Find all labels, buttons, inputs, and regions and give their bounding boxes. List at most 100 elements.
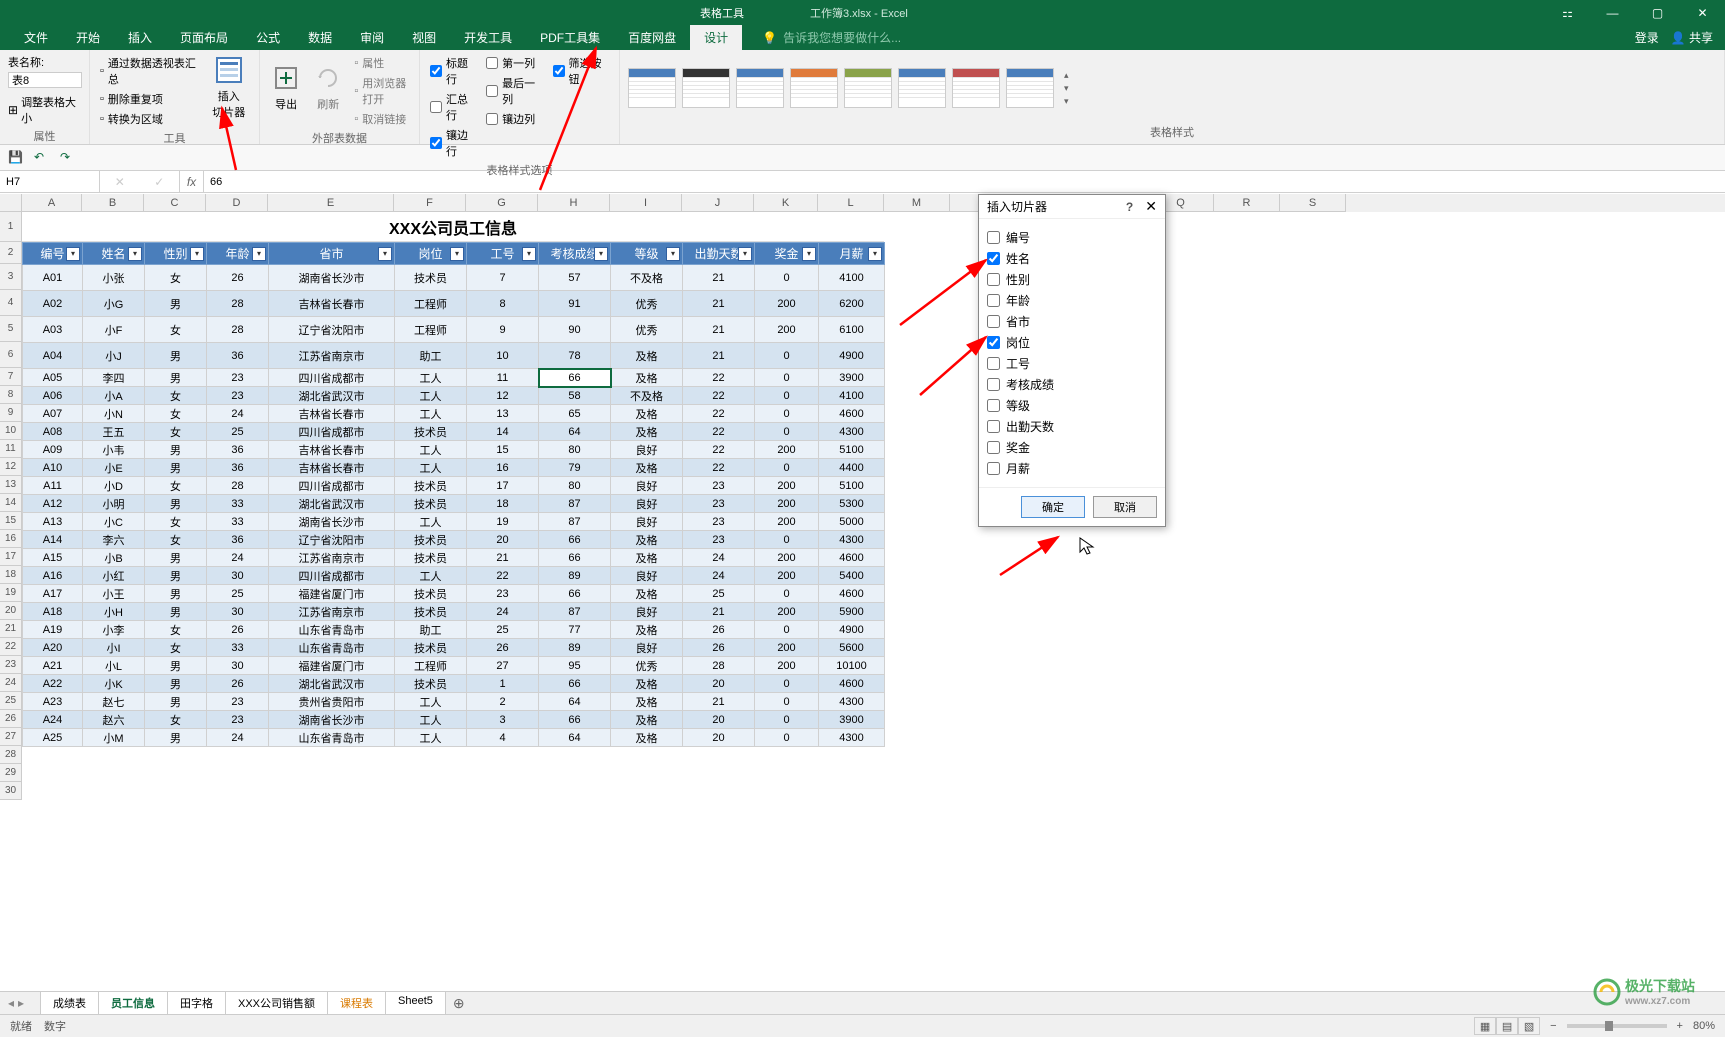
table-style-thumb-4[interactable]: [844, 68, 892, 108]
cell[interactable]: 24: [207, 729, 269, 747]
slicer-field-10[interactable]: 奖金: [987, 437, 1157, 458]
cell[interactable]: A10: [23, 459, 83, 477]
table-style-thumb-0[interactable]: [628, 68, 676, 108]
cell[interactable]: 男: [145, 369, 207, 387]
checkbox-icon[interactable]: [987, 273, 1000, 286]
filter-dropdown-icon[interactable]: ▾: [802, 247, 816, 261]
cell[interactable]: 4600: [819, 405, 885, 423]
col-header-J[interactable]: J: [682, 194, 754, 212]
col-header-D[interactable]: D: [206, 194, 268, 212]
cell[interactable]: 28: [207, 291, 269, 317]
sheet-tab-3[interactable]: XXX公司销售额: [225, 991, 328, 1016]
table-header-8[interactable]: 等级▾: [611, 243, 683, 265]
cell[interactable]: 200: [755, 639, 819, 657]
cell[interactable]: 湖南省长沙市: [269, 513, 395, 531]
cell[interactable]: 36: [207, 441, 269, 459]
cell[interactable]: 小C: [83, 513, 145, 531]
cell[interactable]: 23: [683, 495, 755, 513]
checkbox-icon[interactable]: [987, 462, 1000, 475]
filter-dropdown-icon[interactable]: ▾: [190, 247, 204, 261]
table-style-thumb-6[interactable]: [952, 68, 1000, 108]
row-header-24[interactable]: 24: [0, 674, 22, 692]
filter-dropdown-icon[interactable]: ▾: [378, 247, 392, 261]
style-option-right-2[interactable]: 镶边列: [484, 110, 544, 128]
row-header-12[interactable]: 12: [0, 458, 22, 476]
cell[interactable]: 21: [683, 265, 755, 291]
ribbon-tab-7[interactable]: 视图: [398, 25, 450, 50]
cell[interactable]: 李六: [83, 531, 145, 549]
cell[interactable]: 及格: [611, 729, 683, 747]
cell[interactable]: A18: [23, 603, 83, 621]
row-header-5[interactable]: 5: [0, 316, 22, 342]
table-header-11[interactable]: 月薪▾: [819, 243, 885, 265]
sheet-tab-0[interactable]: 成绩表: [40, 991, 99, 1016]
cell[interactable]: 小张: [83, 265, 145, 291]
cell[interactable]: 17: [467, 477, 539, 495]
save-icon[interactable]: 💾: [8, 150, 24, 166]
cell[interactable]: 技术员: [395, 675, 467, 693]
cell[interactable]: 200: [755, 657, 819, 675]
cell[interactable]: 22: [683, 387, 755, 405]
cell[interactable]: 95: [539, 657, 611, 675]
cell[interactable]: 66: [539, 369, 611, 387]
col-header-I[interactable]: I: [610, 194, 682, 212]
cell[interactable]: 9: [467, 317, 539, 343]
cell[interactable]: 及格: [611, 343, 683, 369]
cell[interactable]: 20: [467, 531, 539, 549]
cell[interactable]: 57: [539, 265, 611, 291]
checkbox-icon[interactable]: [430, 137, 442, 149]
col-header-R[interactable]: R: [1214, 194, 1280, 212]
cell[interactable]: 36: [207, 459, 269, 477]
cell[interactable]: 及格: [611, 423, 683, 441]
slicer-field-9[interactable]: 出勤天数: [987, 416, 1157, 437]
sheet-tab-1[interactable]: 员工信息: [98, 991, 168, 1016]
cell[interactable]: 200: [755, 549, 819, 567]
style-option-left-0[interactable]: 标题行: [428, 54, 478, 88]
row-header-26[interactable]: 26: [0, 710, 22, 728]
cell[interactable]: 赵六: [83, 711, 145, 729]
cell[interactable]: 5000: [819, 513, 885, 531]
cell[interactable]: 湖北省武汉市: [269, 495, 395, 513]
insert-slicer-button[interactable]: 插入 切片器: [207, 54, 251, 120]
cell[interactable]: 0: [755, 369, 819, 387]
cell[interactable]: A22: [23, 675, 83, 693]
cell[interactable]: 25: [683, 585, 755, 603]
cell[interactable]: 5300: [819, 495, 885, 513]
style-option-right-1[interactable]: 最后一列: [484, 74, 544, 108]
slicer-field-1[interactable]: 姓名: [987, 248, 1157, 269]
table-header-0[interactable]: 编号▾: [23, 243, 83, 265]
cell[interactable]: 21: [683, 291, 755, 317]
cell[interactable]: 33: [207, 495, 269, 513]
cell[interactable]: 90: [539, 317, 611, 343]
table-header-5[interactable]: 岗位▾: [395, 243, 467, 265]
table-name-input[interactable]: [8, 72, 82, 88]
table-style-thumb-3[interactable]: [790, 68, 838, 108]
table-header-10[interactable]: 奖金▾: [755, 243, 819, 265]
cell[interactable]: 助工: [395, 343, 467, 369]
cell[interactable]: 30: [207, 567, 269, 585]
ribbon-tab-1[interactable]: 开始: [62, 25, 114, 50]
cell[interactable]: 技术员: [395, 549, 467, 567]
sheet-nav-prev-icon[interactable]: ◂: [8, 996, 14, 1010]
col-header-M[interactable]: M: [884, 194, 950, 212]
col-header-G[interactable]: G: [466, 194, 538, 212]
cell[interactable]: 79: [539, 459, 611, 477]
row-header-11[interactable]: 11: [0, 440, 22, 458]
cell[interactable]: 23: [207, 369, 269, 387]
cell[interactable]: 25: [207, 423, 269, 441]
cell[interactable]: 及格: [611, 405, 683, 423]
cell[interactable]: 小明: [83, 495, 145, 513]
cell[interactable]: 66: [539, 549, 611, 567]
cell[interactable]: 优秀: [611, 317, 683, 343]
cell[interactable]: 工人: [395, 405, 467, 423]
table-header-3[interactable]: 年龄▾: [207, 243, 269, 265]
ribbon-tab-2[interactable]: 插入: [114, 25, 166, 50]
filter-dropdown-icon[interactable]: ▾: [738, 247, 752, 261]
cell[interactable]: 技术员: [395, 639, 467, 657]
ribbon-tab-4[interactable]: 公式: [242, 25, 294, 50]
cell[interactable]: 女: [145, 621, 207, 639]
ribbon-tab-6[interactable]: 审阅: [346, 25, 398, 50]
cell[interactable]: 28: [207, 477, 269, 495]
cell[interactable]: 21: [683, 317, 755, 343]
slicer-field-8[interactable]: 等级: [987, 395, 1157, 416]
